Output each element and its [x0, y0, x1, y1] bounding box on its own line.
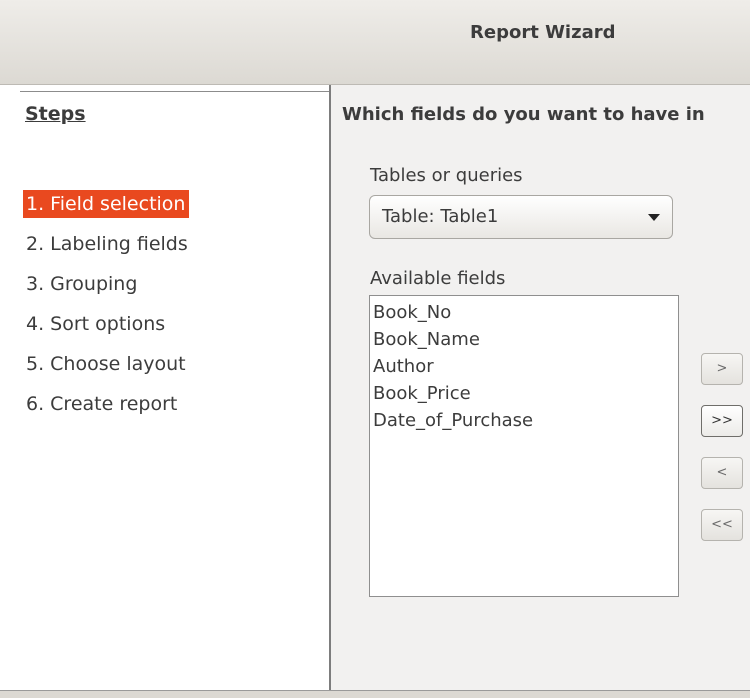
available-fields-list[interactable]: Book_No Book_Name Author Book_Price Date… — [369, 295, 679, 597]
main-panel: Which fields do you want to have in Tabl… — [331, 85, 750, 690]
list-item-author[interactable]: Author — [372, 353, 434, 380]
chevron-down-icon — [648, 214, 660, 221]
available-fields-label: Available fields — [370, 268, 506, 289]
remove-all-fields-button[interactable]: << — [701, 509, 743, 541]
tables-label: Tables or queries — [370, 165, 523, 186]
list-item-date-of-purchase[interactable]: Date_of_Purchase — [372, 407, 533, 434]
step-sort-options[interactable]: 4. Sort options — [23, 310, 169, 338]
title-bar: Report Wizard — [0, 0, 750, 85]
step-choose-layout[interactable]: 5. Choose layout — [23, 350, 190, 378]
list-item-book-price[interactable]: Book_Price — [372, 380, 471, 407]
list-item-book-no[interactable]: Book_No — [372, 299, 451, 326]
step-field-selection[interactable]: 1. Field selection — [23, 190, 190, 218]
step-create-report[interactable]: 6. Create report — [23, 390, 181, 418]
list-item-book-name[interactable]: Book_Name — [372, 326, 480, 353]
steps-panel: Steps 1. Field selection 2. Labeling fie… — [0, 85, 331, 690]
steps-divider — [20, 91, 329, 92]
step-grouping[interactable]: 3. Grouping — [23, 270, 141, 298]
step-labeling-fields[interactable]: 2. Labeling fields — [23, 230, 192, 258]
table-select-value: Table: Table1 — [382, 206, 499, 227]
remove-field-button[interactable]: < — [701, 457, 743, 489]
add-all-fields-button[interactable]: >> — [701, 405, 743, 437]
table-select[interactable]: Table: Table1 — [369, 195, 673, 239]
question-heading: Which fields do you want to have in — [342, 104, 705, 125]
add-field-button[interactable]: > — [701, 353, 743, 385]
steps-heading: Steps — [25, 103, 86, 125]
window-title: Report Wizard — [470, 22, 616, 43]
